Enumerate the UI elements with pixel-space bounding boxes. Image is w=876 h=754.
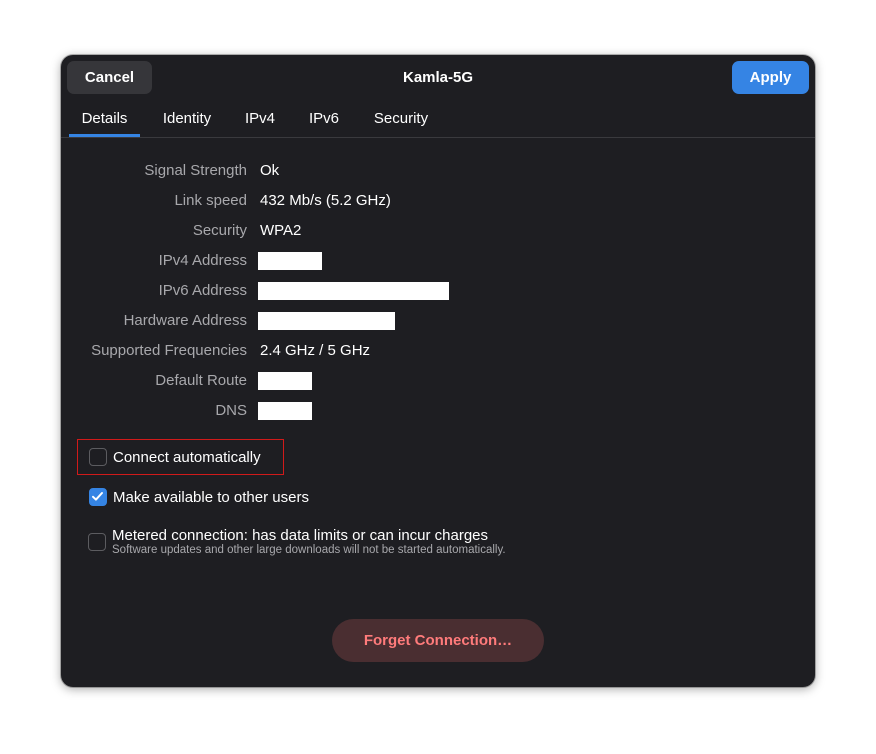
available-to-others-checkbox[interactable]	[89, 488, 107, 506]
row-ipv4-address: IPv4 Address	[61, 246, 815, 276]
row-supported-frequencies: Supported Frequencies 2.4 GHz / 5 GHz	[61, 336, 815, 366]
supported-frequencies-label: Supported Frequencies	[91, 342, 247, 359]
default-route-label: Default Route	[155, 372, 247, 389]
metered-sublabel: Software updates and other large downloa…	[112, 544, 506, 556]
dns-label: DNS	[215, 402, 247, 419]
connect-automatically-checkbox[interactable]	[89, 448, 107, 466]
default-route-redacted	[258, 372, 312, 390]
row-hardware-address: Hardware Address	[61, 306, 815, 336]
link-speed-label: Link speed	[174, 192, 247, 209]
ipv6-address-label: IPv6 Address	[158, 282, 247, 299]
hardware-address-label: Hardware Address	[123, 312, 247, 329]
row-signal-strength: Signal Strength Ok	[61, 156, 815, 186]
available-to-others-label[interactable]: Make available to other users	[113, 483, 309, 513]
row-ipv6-address: IPv6 Address	[61, 276, 815, 306]
signal-strength-value: Ok	[260, 162, 280, 179]
supported-frequencies-value: 2.4 GHz / 5 GHz	[260, 342, 371, 359]
security-value: WPA2	[260, 222, 302, 239]
tab-bar: Details Identity IPv4 IPv6 Security	[61, 100, 815, 138]
tab-identity[interactable]: Identity	[155, 100, 219, 137]
metered-checkbox[interactable]	[88, 533, 106, 551]
row-default-route: Default Route	[61, 366, 815, 396]
ipv4-address-label: IPv4 Address	[158, 252, 247, 269]
ipv4-address-redacted	[258, 252, 322, 270]
dialog-title: Kamla-5G	[402, 69, 474, 86]
apply-button[interactable]: Apply	[732, 61, 809, 94]
hardware-address-redacted	[258, 312, 395, 330]
header-bar: Cancel Kamla-5G Apply	[61, 55, 815, 100]
connection-dialog: Cancel Kamla-5G Apply Details Identity I…	[61, 55, 815, 687]
forget-connection-button[interactable]: Forget Connection…	[332, 619, 544, 662]
tab-ipv4[interactable]: IPv4	[241, 100, 279, 137]
tab-details[interactable]: Details	[69, 100, 140, 137]
cancel-button[interactable]: Cancel	[67, 61, 152, 94]
checkmark-icon	[92, 492, 103, 501]
tab-security[interactable]: Security	[369, 100, 433, 137]
tab-ipv6[interactable]: IPv6	[305, 100, 343, 137]
row-dns: DNS	[61, 396, 815, 426]
link-speed-value: 432 Mb/s (5.2 GHz)	[260, 192, 391, 209]
ipv6-address-redacted	[258, 282, 449, 300]
security-label: Security	[192, 222, 247, 239]
connect-automatically-label[interactable]: Connect automatically	[113, 443, 261, 473]
row-link-speed: Link speed 432 Mb/s (5.2 GHz)	[61, 186, 815, 216]
dns-redacted	[258, 402, 312, 420]
row-security: Security WPA2	[61, 216, 815, 246]
signal-strength-label: Signal Strength	[144, 162, 247, 179]
